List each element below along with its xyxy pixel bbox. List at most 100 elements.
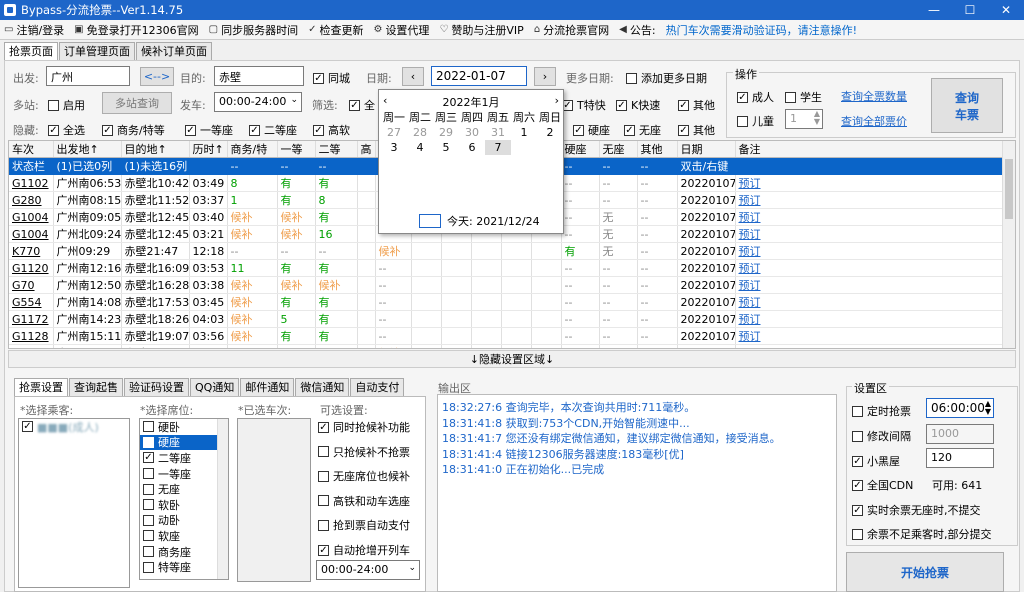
table-cell[interactable]: 预订 [735, 293, 1015, 311]
calendar-day[interactable] [537, 140, 563, 155]
hide-second-checkbox[interactable]: 二等座 [249, 122, 297, 138]
adult-checkbox[interactable]: 成人 [737, 89, 774, 105]
option-checkbox[interactable]: 只抢候补不抢票 [318, 444, 410, 460]
calendar-day[interactable]: 28 [407, 125, 433, 140]
table-cell[interactable]: 预订 [735, 174, 1015, 192]
passenger-item[interactable]: ■■■(成人) [19, 419, 129, 435]
table-row[interactable]: K338广州17:42赤壁05:4212:00------候补20220107预… [9, 344, 1015, 348]
tab-autopay[interactable]: 自动支付 [350, 378, 405, 396]
column-header[interactable]: 其他 [637, 141, 678, 158]
tab-wechat[interactable]: 微信通知 [295, 378, 350, 396]
option-checkbox[interactable]: 抢到票自动支付 [318, 517, 410, 533]
tab-email[interactable]: 邮件通知 [240, 378, 295, 396]
column-header[interactable]: 二等 [315, 141, 358, 158]
calendar-day[interactable]: 29 [433, 125, 459, 140]
table-cell[interactable]: 预订 [735, 327, 1015, 345]
timed-grab-input[interactable]: 06:00:00 ▲ ▼ [926, 398, 994, 418]
close-icon[interactable]: ✕ [988, 0, 1024, 20]
tab-waitlist[interactable]: 候补订单页面 [136, 42, 212, 60]
calendar-day[interactable]: 5 [433, 140, 459, 155]
table-row[interactable]: G554 广州南14:08 赤壁北17:53 03:45 候补有有 -- -- -- -- 202… [9, 293, 1015, 311]
column-header[interactable]: 一等 [277, 141, 316, 158]
table-cell[interactable] [735, 157, 1015, 175]
tab-query-presale[interactable]: 查询起售 [69, 378, 123, 396]
menu-check-update[interactable]: ✓ 检查更新 [308, 22, 363, 38]
column-header[interactable]: 硬座 [561, 141, 600, 158]
from-input[interactable]: 广州 [46, 66, 130, 86]
menu-sync-time[interactable]: ▢ 同步服务器时间 [209, 22, 298, 38]
table-row[interactable]: G1120 广州南12:16 赤壁北16:09 03:53 11 有有 -- -- -- -- 20… [9, 259, 1015, 277]
table-cell[interactable]: 预订 [735, 208, 1015, 226]
table-cell[interactable]: 预订 [735, 276, 1015, 294]
modify-interval-checkbox[interactable]: 修改间隔 [852, 428, 911, 444]
option-checkbox[interactable]: 自动抢增开列车 [318, 542, 410, 558]
child-count-spinner[interactable]: 1 ▲ ▼ [785, 109, 823, 129]
start-grab-button[interactable]: 开始抢票 [846, 552, 1004, 592]
hide-soft-checkbox[interactable]: 高软 [313, 122, 350, 138]
tab-orders[interactable]: 订单管理页面 [59, 42, 135, 60]
date-input[interactable]: 2022-01-07 [431, 66, 527, 86]
query-tickets-button[interactable]: 查询 车票 [931, 78, 1003, 133]
seat-option[interactable]: 软卧 [140, 497, 228, 513]
table-cell[interactable]: 预订 [735, 191, 1015, 209]
spinner-arrows-icon[interactable]: ▲ ▼ [985, 400, 991, 416]
same-city-checkbox[interactable]: 同城 [313, 70, 350, 86]
seat-option[interactable]: 硬座 [140, 434, 228, 451]
filter-all-checkbox[interactable]: 全 [349, 97, 375, 113]
seat-option[interactable]: 软座 [140, 528, 228, 544]
interval-input[interactable]: 1000 [926, 424, 994, 444]
minimize-icon[interactable]: — [916, 0, 952, 20]
hide-all-checkbox[interactable]: 全选 [48, 122, 85, 138]
filter-other-checkbox[interactable]: 其他 [678, 97, 715, 113]
blackroom-checkbox[interactable]: 小黑屋 [852, 453, 900, 469]
seat-scrollbar[interactable] [217, 419, 228, 579]
to-input[interactable]: 赤壁 [214, 66, 304, 86]
column-header[interactable]: 无座 [599, 141, 638, 158]
column-header[interactable]: 车次 [9, 141, 54, 158]
scroll-thumb[interactable] [1005, 159, 1013, 219]
enable-multi-checkbox[interactable]: 启用 [48, 97, 85, 113]
table-row[interactable]: K770 广州09:29 赤壁21:47 12:18 -- -- -- 候补有无 -- 20220… [9, 242, 1015, 260]
column-header[interactable]: 商务/特 [227, 141, 278, 158]
swap-button[interactable]: <--> [140, 67, 174, 86]
menu-login[interactable]: ▭ 注销/登录 [4, 22, 64, 38]
menu-sponsor[interactable]: ♡ 赞助与注册VIP [439, 22, 523, 38]
calendar-day[interactable]: 1 [511, 125, 537, 140]
calendar-day[interactable]: 27 [381, 125, 407, 140]
option-checkbox[interactable]: 高铁和动车选座 [318, 493, 410, 509]
maximize-icon[interactable]: ☐ [952, 0, 988, 20]
table-cell[interactable]: 预订 [735, 242, 1015, 260]
tab-qq[interactable]: QQ通知 [190, 378, 240, 396]
table-cell[interactable]: 预订 [735, 225, 1015, 243]
column-header[interactable]: 出发地↑ [53, 141, 122, 158]
column-header[interactable]: 高 [357, 141, 376, 158]
menu-proxy[interactable]: ⚙ 设置代理 [373, 22, 429, 38]
national-cdn-checkbox[interactable]: 全国CDN [852, 477, 913, 493]
column-header[interactable]: 目的地↑ [121, 141, 190, 158]
seat-option[interactable]: 动卧 [140, 513, 228, 529]
child-checkbox[interactable]: 儿童 [737, 113, 774, 129]
tab-captcha[interactable]: 验证码设置 [124, 378, 189, 396]
table-row[interactable]: G1128 广州南15:11 赤壁北19:07 03:56 候补有有 -- -- -- -- 20… [9, 327, 1015, 345]
filter-t-checkbox[interactable]: T特快 [562, 97, 606, 113]
hide-business-checkbox[interactable]: 商务/特等 [102, 122, 165, 138]
tab-grab-settings[interactable]: 抢票设置 [14, 378, 68, 397]
column-header[interactable]: 日期 [677, 141, 736, 158]
multi-query-button[interactable]: 多站查询 [102, 92, 172, 114]
table-row[interactable]: G1172 广州南14:23 赤壁北18:26 04:03 候补 5 有 -- -- -- -- 20… [9, 310, 1015, 328]
calendar-day[interactable]: 6 [459, 140, 485, 155]
prev-date-button[interactable]: ‹ [402, 67, 424, 86]
table-scrollbar[interactable] [1002, 141, 1015, 348]
calendar-next-icon[interactable]: › [555, 94, 559, 110]
calendar-day[interactable]: 31 [485, 125, 511, 140]
seat-option[interactable]: 商务座 [140, 544, 228, 560]
partial-submit-checkbox[interactable]: 余票不足乘客时,部分提交 [852, 526, 992, 542]
seat-option[interactable]: 特等座 [140, 559, 228, 575]
hide-first-checkbox[interactable]: 一等座 [185, 122, 233, 138]
tab-grab[interactable]: 抢票页面 [4, 42, 58, 61]
hide-other-checkbox[interactable]: 其他 [678, 122, 715, 138]
seat-option[interactable]: 无座 [140, 481, 228, 497]
calendar-day[interactable]: 7 [485, 140, 511, 155]
option-checkbox[interactable]: 同时抢候补功能 [318, 419, 410, 435]
depart-time-select[interactable]: 00:00-24:00 ⌄ [214, 92, 302, 112]
